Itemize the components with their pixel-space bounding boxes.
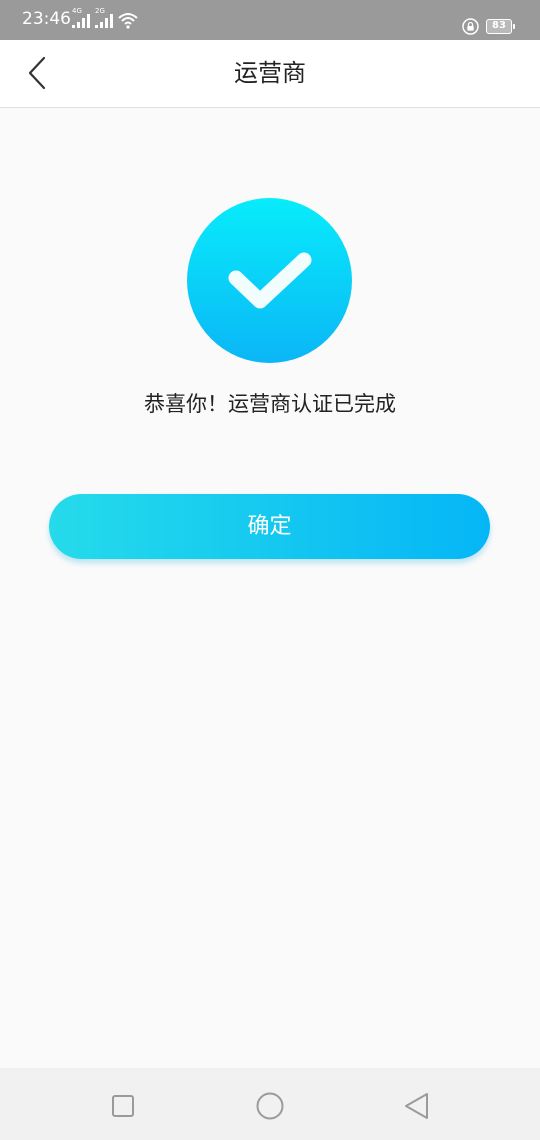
success-icon: [187, 198, 352, 363]
triangle-back-icon: [405, 1093, 428, 1119]
signal-tag: 4G: [72, 7, 82, 15]
back-button[interactable]: [18, 54, 58, 94]
page-title: 运营商: [234, 59, 306, 87]
confirm-button[interactable]: 确定: [49, 494, 490, 559]
system-back-button[interactable]: [399, 1088, 435, 1124]
status-time: 23:46: [22, 9, 71, 29]
success-message: 恭喜你！运营商认证已完成: [144, 392, 396, 416]
signal-icon: 2G: [95, 7, 113, 28]
system-nav-bar: [0, 1068, 540, 1140]
chevron-left-icon: [28, 56, 46, 90]
nav-bar: 运营商: [0, 40, 540, 108]
lock-icon: [462, 18, 479, 35]
battery-level: 83: [492, 20, 506, 31]
check-icon: [228, 252, 312, 309]
home-button[interactable]: [252, 1088, 288, 1124]
signal-tag: 2G: [95, 7, 105, 15]
recent-apps-button[interactable]: [105, 1088, 141, 1124]
square-recent-icon: [112, 1095, 134, 1117]
signal-icon: 4G: [72, 7, 90, 28]
circle-home-icon: [256, 1092, 284, 1120]
wifi-icon: [118, 13, 138, 29]
battery-icon: 83: [486, 19, 515, 34]
status-bar: 23:46 4G 2G 83: [0, 0, 540, 40]
